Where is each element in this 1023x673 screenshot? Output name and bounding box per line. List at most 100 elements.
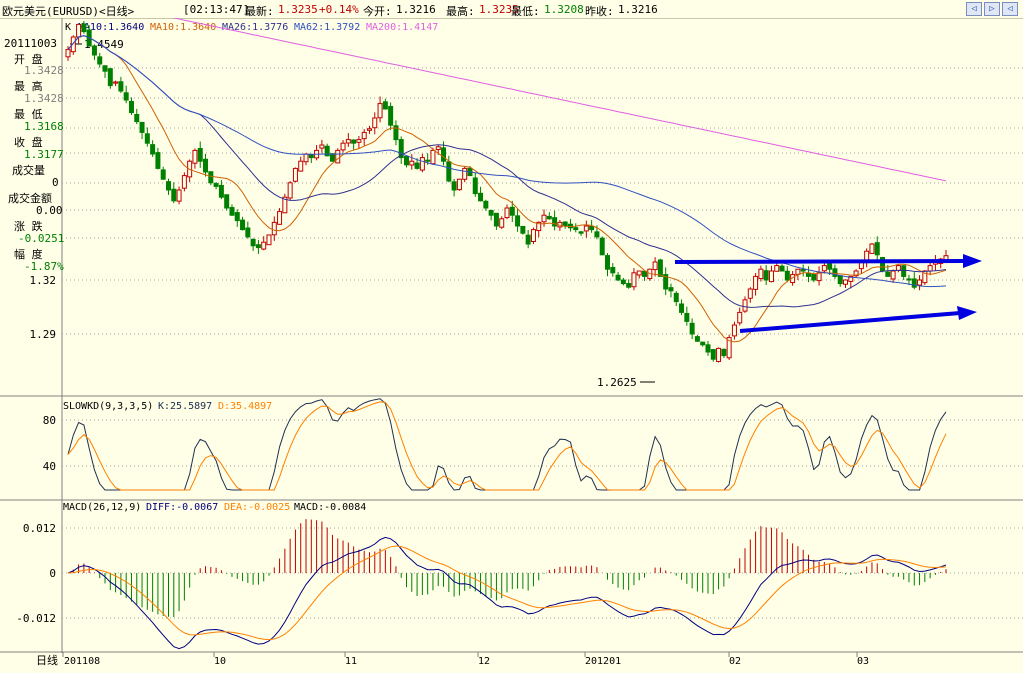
candle-body	[679, 303, 685, 313]
candle-body	[684, 312, 690, 322]
candle-body	[599, 237, 605, 256]
candle-body	[837, 275, 843, 285]
candle-body	[673, 292, 679, 303]
candle-body	[620, 279, 626, 285]
candle-body	[610, 267, 616, 274]
candle-body	[308, 153, 314, 159]
candle-body	[107, 68, 113, 87]
candle-body	[430, 149, 436, 165]
candle-body	[356, 139, 362, 143]
candle-body	[652, 261, 658, 271]
candle-body	[366, 128, 372, 131]
candle-body	[224, 194, 230, 209]
candle-body	[816, 272, 822, 282]
candle-body	[636, 270, 642, 276]
candle-body	[234, 212, 240, 222]
next-page-button[interactable]: ▷	[984, 2, 1000, 16]
ma200-legend: MA200:1.4147	[366, 22, 438, 33]
candle-body	[176, 189, 182, 202]
candle-body	[76, 23, 82, 38]
candle-body	[144, 133, 150, 144]
candle-body	[155, 152, 161, 169]
candle-body	[573, 227, 579, 231]
candle-body	[763, 270, 769, 281]
candle-body	[361, 131, 367, 140]
candle-body	[774, 265, 780, 272]
candle-body	[351, 139, 357, 144]
x-tick-label: 02	[729, 656, 741, 667]
candle-body	[287, 182, 293, 199]
ma10-line	[67, 35, 947, 343]
candle-body	[668, 287, 674, 292]
macd-tick-label: 0	[49, 567, 56, 580]
candle-body	[292, 167, 298, 182]
candle-body	[800, 269, 806, 272]
prev-close-value: 1.3216	[618, 3, 658, 16]
k-legend: K	[65, 22, 71, 33]
candle-body	[901, 265, 907, 277]
prev-page-button[interactable]: ◁	[966, 2, 982, 16]
candle-body	[895, 265, 901, 271]
ma26-line	[67, 35, 947, 308]
candle-body	[631, 272, 637, 288]
kd-lines	[67, 398, 947, 491]
candle-body	[530, 229, 536, 242]
x-tick-label: 11	[345, 656, 357, 667]
macd-diff-value: DIFF:-0.0067	[146, 502, 218, 513]
back-button[interactable]: ◁	[1002, 2, 1018, 16]
candle-body	[414, 162, 420, 169]
candle-body	[472, 177, 478, 195]
candle-body	[441, 147, 447, 162]
candle-body	[578, 231, 584, 234]
candle-body	[382, 101, 388, 110]
candle-body	[657, 259, 663, 277]
macd-tick-label: 0.012	[23, 522, 56, 535]
candle-body	[419, 157, 425, 171]
low-label: 最低:	[511, 5, 540, 18]
candle-body	[795, 268, 801, 275]
candle-body	[165, 181, 171, 191]
candle-body	[546, 215, 552, 220]
info-volume-label: 成交量	[12, 164, 45, 177]
info-range-value: -1.87%	[24, 260, 64, 273]
candle-body	[255, 244, 261, 249]
candle-body	[615, 274, 621, 281]
info-low-value: 1.3168	[24, 120, 64, 133]
candle-body	[705, 344, 711, 353]
candle-body	[250, 238, 256, 247]
candle-body	[874, 242, 880, 256]
kd-d-line	[67, 401, 947, 491]
candle-body	[753, 275, 759, 290]
open-value: 1.3216	[396, 3, 436, 16]
low-annotation: 1.2625	[597, 376, 637, 389]
candle-body	[515, 215, 521, 227]
kd-k-value: K:25.5897	[158, 401, 212, 412]
candle-body	[843, 279, 849, 285]
candle-body	[150, 144, 156, 155]
macd-macd-value: MACD:-0.0084	[294, 502, 366, 513]
kd-d-value: D:35.4897	[218, 401, 272, 412]
candle-body	[134, 113, 140, 123]
candle-body	[562, 221, 568, 227]
candle-body	[329, 153, 335, 162]
candle-body	[885, 271, 891, 277]
x-axis-label: 日线	[36, 653, 58, 667]
price-tick-label: 1.32	[30, 274, 57, 287]
x-tick-label: 10	[214, 656, 226, 667]
change-percent: +0.14%	[319, 3, 359, 16]
kd-name: SLOWKD(9,3,3,5)	[63, 401, 153, 412]
candle-body	[139, 121, 145, 133]
high-label: 最高:	[446, 5, 475, 18]
candle-body	[451, 181, 457, 191]
candle-body	[731, 324, 737, 337]
candle-body	[91, 45, 97, 56]
candle-body	[890, 270, 896, 280]
chart-canvas[interactable]: K MA10:1.3640 MA10:1.3640 MA26:1.3776 MA…	[0, 18, 1023, 673]
candle-body	[525, 234, 531, 245]
candle-body	[425, 159, 431, 162]
candle-body	[821, 265, 827, 272]
candle-body	[520, 225, 526, 234]
candle-body	[700, 341, 706, 346]
macd-tick-label: -0.012	[16, 612, 56, 625]
candle-body	[811, 273, 817, 281]
